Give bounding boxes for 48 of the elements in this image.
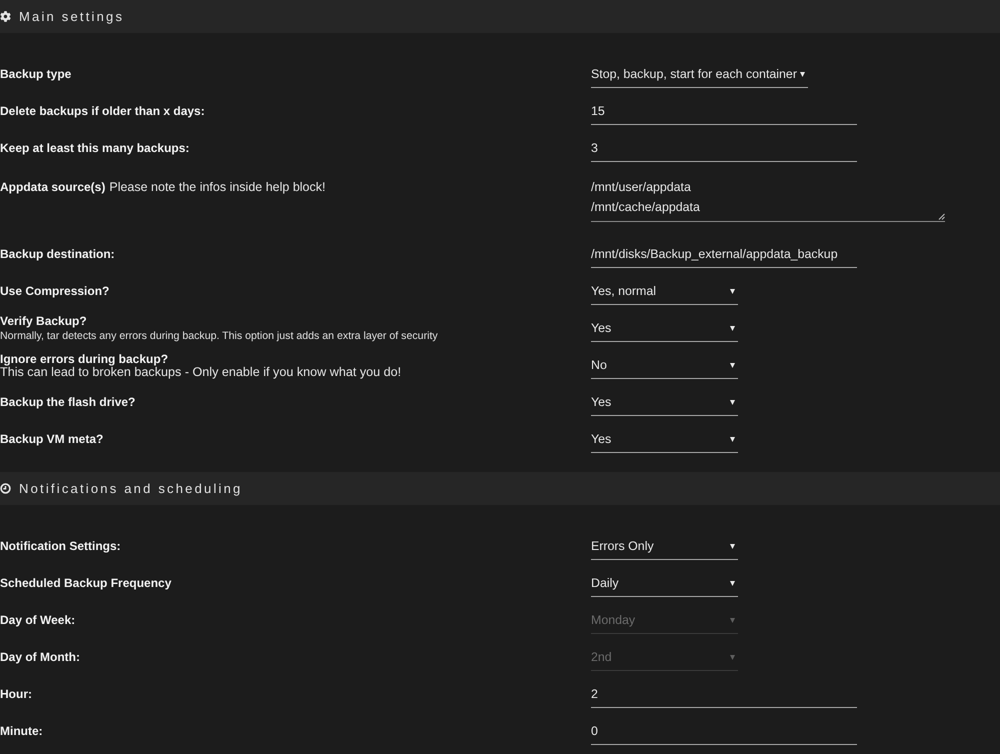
setting-label: Day of Month: bbox=[0, 650, 80, 664]
setting-hint: This can lead to broken backups - Only enable if you know what you do! bbox=[0, 366, 402, 379]
caret-icon bbox=[730, 400, 735, 404]
setting-label: Day of Week: bbox=[0, 613, 76, 627]
caret-icon bbox=[730, 544, 735, 548]
dropdown[interactable]: Yes bbox=[591, 394, 738, 416]
dropdown[interactable]: No bbox=[591, 357, 738, 379]
setting-label: Backup VM meta? bbox=[0, 432, 104, 446]
setting-label: Backup the flash drive? bbox=[0, 395, 136, 409]
text-input[interactable]: /mnt/disks/Backup_external/appdata_backup bbox=[591, 246, 857, 268]
caret-icon bbox=[730, 362, 735, 368]
clock-icon bbox=[0, 483, 11, 494]
caret-icon bbox=[730, 654, 735, 660]
dropdown[interactable]: Yes bbox=[591, 431, 738, 453]
gear-icon bbox=[0, 11, 11, 22]
caret-icon bbox=[730, 326, 735, 330]
setting-label: Use Compression? bbox=[0, 284, 110, 298]
text-input[interactable]: 2 bbox=[591, 686, 857, 708]
setting-label: Backup type bbox=[0, 67, 72, 81]
text-input[interactable]: 0 bbox=[591, 723, 857, 745]
dropdown[interactable]: Stop, backup, start for each container bbox=[591, 66, 808, 88]
caret-icon bbox=[730, 618, 735, 622]
setting-label: Scheduled Backup Frequency bbox=[0, 576, 172, 590]
setting-label: Appdata source(s) bbox=[0, 179, 106, 196]
text-area[interactable]: /mnt/user/appdata /mnt/cache/appdata bbox=[591, 177, 945, 222]
resize-grip-icon[interactable] bbox=[938, 213, 945, 220]
text-input[interactable]: 3 bbox=[591, 140, 857, 162]
setting-label: Notification Settings: bbox=[0, 539, 121, 553]
dropdown[interactable]: Yes bbox=[591, 320, 738, 342]
setting-note: Please note the infos inside help block! bbox=[109, 179, 326, 196]
dropdown[interactable]: Yes, normal bbox=[591, 283, 738, 305]
setting-label: Hour: bbox=[0, 687, 32, 701]
dropdown[interactable]: Daily bbox=[591, 575, 738, 597]
setting-label: Ignore errors during backup? bbox=[0, 352, 168, 366]
setting-label: Minute: bbox=[0, 724, 43, 738]
setting-label: Backup destination: bbox=[0, 247, 115, 261]
setting-label: Delete backups if older than x days: bbox=[0, 104, 205, 118]
caret-icon bbox=[800, 72, 805, 76]
setting-label: Verify Backup? bbox=[0, 314, 87, 328]
dropdown[interactable]: Errors Only bbox=[591, 538, 738, 560]
setting-hint: Normally, tar detects any errors during backup. This option just adds an extra layer of security bbox=[0, 330, 438, 342]
caret-icon bbox=[730, 580, 735, 586]
setting-label: Keep at least this many backups: bbox=[0, 141, 190, 155]
caret-icon bbox=[730, 288, 735, 294]
section-title: Main settings bbox=[19, 8, 124, 26]
text-input[interactable]: 15 bbox=[591, 103, 857, 125]
caret-icon bbox=[730, 436, 735, 442]
section-title: Notifications and scheduling bbox=[19, 480, 242, 498]
